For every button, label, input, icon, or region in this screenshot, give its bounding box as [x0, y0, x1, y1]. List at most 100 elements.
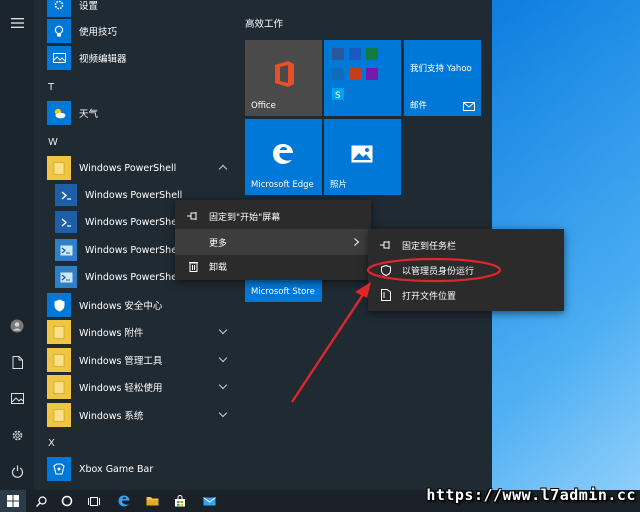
app-label: Xbox Game Bar — [79, 463, 154, 475]
powershell-icon — [55, 184, 77, 206]
start-rail — [0, 0, 34, 490]
store-taskbar-icon[interactable] — [167, 490, 193, 512]
open-folder-icon — [378, 289, 394, 301]
settings-app-icon — [47, 0, 71, 17]
menu-item-label: 打开文件位置 — [402, 291, 457, 302]
user-avatar-icon[interactable] — [0, 311, 34, 341]
group-letter-w[interactable]: W — [48, 137, 58, 148]
pictures-icon[interactable] — [0, 383, 34, 413]
tile-label: 邮件 — [410, 101, 428, 111]
office-icon — [275, 61, 294, 87]
app-security-center[interactable]: Windows 安全中心 — [36, 292, 236, 318]
pin-icon — [185, 212, 201, 220]
app-settings[interactable]: 设置 — [36, 0, 236, 18]
chevron-right-icon — [354, 238, 359, 246]
lightbulb-icon — [47, 19, 71, 43]
app-label: Windows PowerShell — [85, 244, 183, 256]
envelope-icon — [463, 102, 475, 111]
folder-admin-tools[interactable]: Windows 管理工具 — [36, 347, 236, 373]
menu-item-open-file-location[interactable]: 打开文件位置 — [368, 282, 564, 308]
app-video-editor[interactable]: 视频编辑器 — [36, 45, 236, 71]
app-label: Windows PowerShell — [79, 162, 177, 174]
app-label: 设置 — [79, 1, 99, 12]
chevron-down-icon — [218, 380, 228, 390]
folder-icon — [47, 375, 71, 399]
tile-label: Microsoft Edge — [251, 180, 314, 190]
weather-sun-icon — [47, 101, 71, 125]
tile-mail[interactable]: 我们支持 Yahoo 邮件 — [404, 40, 481, 116]
menu-item-more[interactable]: 更多 — [175, 229, 371, 255]
app-label: Windows 安全中心 — [79, 301, 163, 312]
powershell-ise-icon — [55, 239, 77, 261]
app-label: 天气 — [79, 109, 99, 120]
menu-item-pin-to-start[interactable]: 固定到"开始"屏幕 — [175, 203, 371, 229]
menu-item-label: 固定到任务栏 — [402, 241, 457, 252]
photos-icon — [351, 145, 373, 163]
submenu-more: 固定到任务栏 以管理员身份运行 打开文件位置 — [368, 229, 564, 311]
xbox-icon — [47, 457, 71, 481]
folder-ease-of-access[interactable]: Windows 轻松使用 — [36, 374, 236, 400]
tile-label: Office — [251, 101, 276, 111]
app-label: 视频编辑器 — [79, 54, 127, 65]
menu-item-pin-to-taskbar[interactable]: 固定到任务栏 — [368, 232, 564, 258]
app-label: Windows 轻松使用 — [79, 383, 163, 394]
folder-icon — [47, 156, 71, 180]
app-label: Windows 附件 — [79, 328, 144, 339]
chevron-down-icon — [218, 353, 228, 363]
hamburger-icon[interactable] — [0, 8, 34, 38]
menu-item-label: 卸载 — [209, 262, 228, 273]
search-icon[interactable] — [28, 490, 54, 512]
menu-item-label: 更多 — [209, 238, 228, 249]
powershell-ise-icon — [55, 266, 77, 288]
chevron-down-icon — [218, 408, 228, 418]
folder-accessories[interactable]: Windows 附件 — [36, 319, 236, 345]
windows-start-icon[interactable] — [0, 490, 26, 512]
pin-icon — [378, 241, 394, 249]
app-label: Windows PowerShell — [85, 216, 183, 228]
mail-taskbar-icon[interactable] — [196, 490, 222, 512]
menu-item-uninstall[interactable]: 卸载 — [175, 253, 371, 279]
power-icon[interactable] — [0, 456, 34, 486]
app-tips[interactable]: 使用技巧 — [36, 18, 236, 44]
trash-icon — [185, 261, 201, 272]
folder-icon — [47, 320, 71, 344]
app-label: Windows PowerShell — [85, 271, 183, 283]
edge-icon — [273, 144, 293, 164]
folder-icon — [47, 348, 71, 372]
office-apps-grid-icon: S — [332, 48, 378, 101]
tile-office-apps[interactable]: S — [324, 40, 401, 116]
tiles-group-header[interactable]: 高效工作 — [245, 16, 283, 30]
documents-icon[interactable] — [0, 347, 34, 377]
menu-item-label: 固定到"开始"屏幕 — [209, 212, 281, 223]
tile-microsoft-store[interactable]: Microsoft Store — [245, 280, 322, 302]
folder-icon — [47, 403, 71, 427]
group-letter-x[interactable]: X — [48, 438, 55, 449]
app-label: 使用技巧 — [79, 27, 118, 38]
group-letter-t[interactable]: T — [48, 82, 54, 93]
app-weather[interactable]: 天气 — [36, 100, 236, 126]
tile-label: 照片 — [330, 180, 348, 190]
tile-label: Microsoft Store — [251, 287, 315, 297]
settings-gear-icon[interactable] — [0, 420, 34, 450]
tile-office[interactable]: Office — [245, 40, 322, 116]
app-xbox-game-bar[interactable]: Xbox Game Bar — [36, 456, 236, 482]
folder-system[interactable]: Windows 系统 — [36, 402, 236, 428]
folder-windows-powershell[interactable]: Windows PowerShell — [36, 155, 236, 181]
video-editor-icon — [47, 46, 71, 70]
task-view-icon[interactable] — [81, 490, 107, 512]
tile-photos[interactable]: 照片 — [324, 119, 401, 195]
shield-icon — [47, 293, 71, 317]
file-explorer-icon[interactable] — [139, 490, 165, 512]
app-label: Windows PowerShell — [85, 189, 183, 201]
app-label: Windows 管理工具 — [79, 356, 163, 367]
context-menu: 固定到"开始"屏幕 更多 卸载 — [175, 200, 371, 280]
edge-taskbar-icon[interactable] — [111, 490, 137, 512]
app-label: Windows 系统 — [79, 411, 144, 422]
chevron-up-icon — [218, 164, 228, 174]
cortana-icon[interactable] — [54, 490, 80, 512]
menu-item-run-as-admin[interactable]: 以管理员身份运行 — [368, 257, 564, 283]
menu-item-label: 以管理员身份运行 — [402, 266, 475, 277]
chevron-down-icon — [218, 325, 228, 335]
svg-text:S: S — [335, 91, 341, 101]
tile-microsoft-edge[interactable]: Microsoft Edge — [245, 119, 322, 195]
